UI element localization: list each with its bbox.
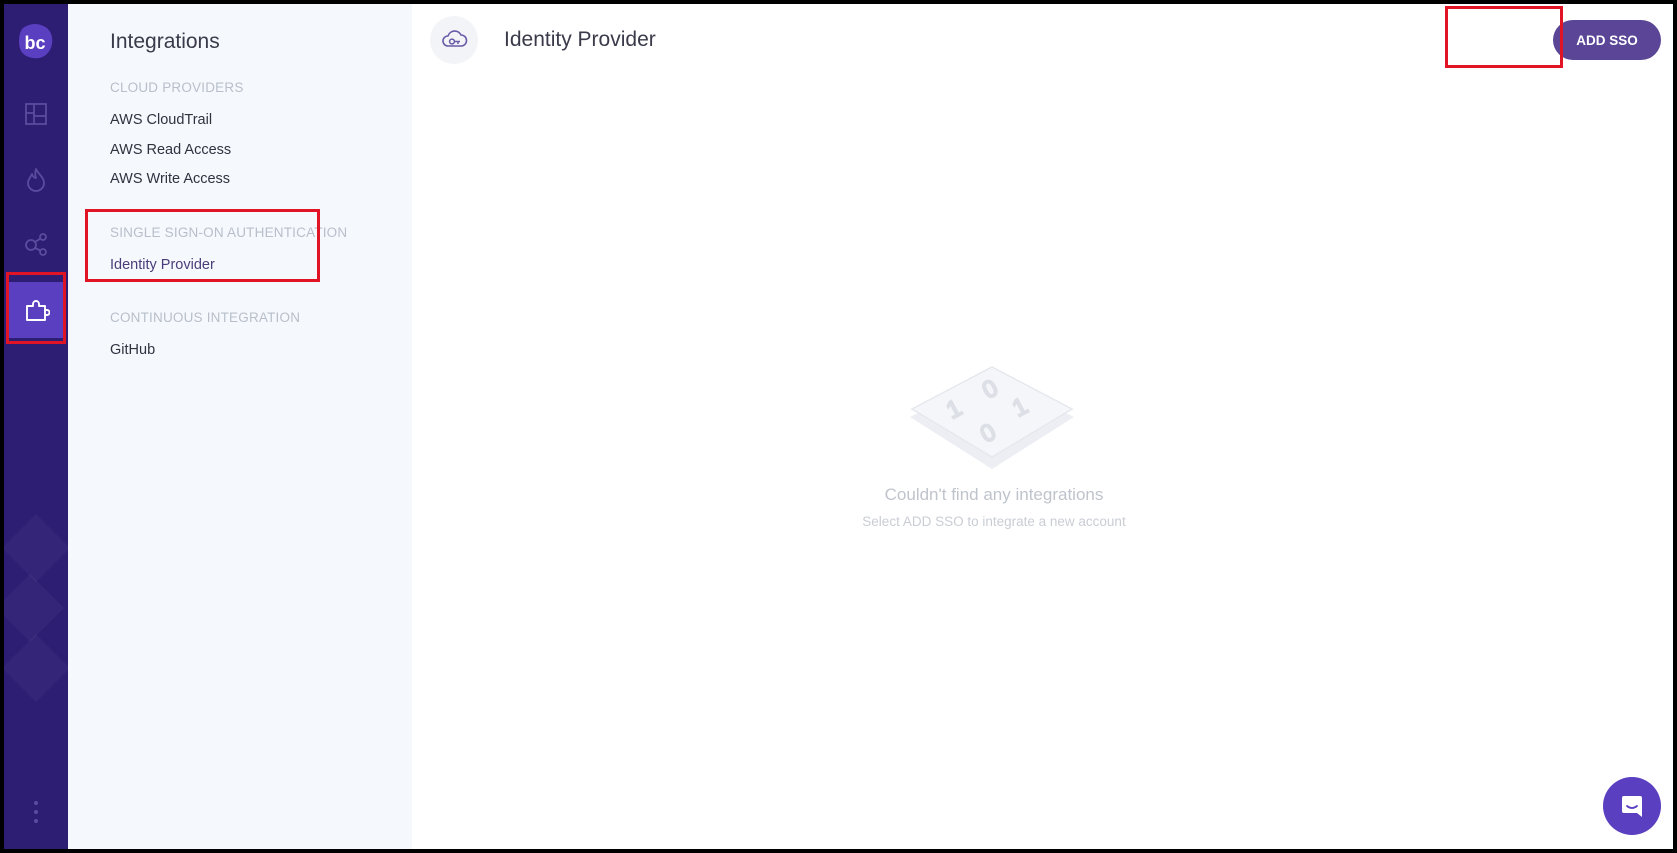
rail-decoration	[4, 514, 68, 582]
add-sso-button[interactable]: ADD SSO	[1553, 20, 1661, 60]
rail-decoration	[4, 634, 68, 702]
sidebar-item-github[interactable]: GitHub	[110, 342, 155, 358]
puzzle-icon	[26, 300, 50, 321]
flame-icon	[27, 168, 45, 192]
graph-icon	[25, 233, 47, 256]
page-title: Identity Provider	[504, 28, 656, 51]
dashboard-icon	[25, 103, 47, 125]
sidebar-item-aws-read-access[interactable]: AWS Read Access	[110, 142, 231, 158]
more-vertical-icon	[34, 801, 38, 823]
rail-decoration	[4, 574, 64, 642]
integrations-sidebar: Integrations CLOUD PROVIDERS AWS CloudTr…	[68, 4, 413, 849]
group-label-continuous-integration: CONTINUOUS INTEGRATION	[110, 310, 301, 325]
group-label-sso: SINGLE SIGN-ON AUTHENTICATION	[110, 225, 348, 240]
bc-logo[interactable]: bc	[15, 22, 55, 62]
rail-graph-button[interactable]	[8, 216, 64, 272]
empty-state-title: Couldn't find any integrations	[884, 485, 1104, 504]
empty-state-subtitle: Select ADD SSO to integrate a new accoun…	[862, 514, 1126, 529]
svg-text:bc: bc	[24, 33, 45, 53]
cloud-key-icon	[442, 30, 468, 47]
sidebar-item-aws-cloudtrail[interactable]: AWS CloudTrail	[110, 112, 212, 128]
rail-alerts-button[interactable]	[8, 152, 64, 208]
app-window: bc Integrations CLOUD PROVIDERS AWS Clou…	[4, 4, 1673, 849]
sidebar-title: Integrations	[110, 30, 220, 53]
rail-more-button[interactable]	[26, 797, 46, 827]
rail-dashboard-button[interactable]	[8, 86, 64, 142]
main-content: Identity Provider ADD SSO 0 1 1 0 Couldn…	[412, 4, 1673, 849]
header-icon-badge	[430, 16, 478, 64]
rail-integrations-button[interactable]	[8, 282, 64, 338]
empty-state-illustration: 0 1 1 0	[910, 366, 1074, 469]
icon-rail: bc	[4, 4, 68, 849]
chat-icon	[1622, 796, 1642, 817]
group-label-cloud-providers: CLOUD PROVIDERS	[110, 80, 244, 95]
sidebar-item-identity-provider[interactable]: Identity Provider	[110, 257, 215, 273]
sidebar-item-aws-write-access[interactable]: AWS Write Access	[110, 171, 230, 187]
chat-launcher-button[interactable]	[1603, 777, 1661, 835]
